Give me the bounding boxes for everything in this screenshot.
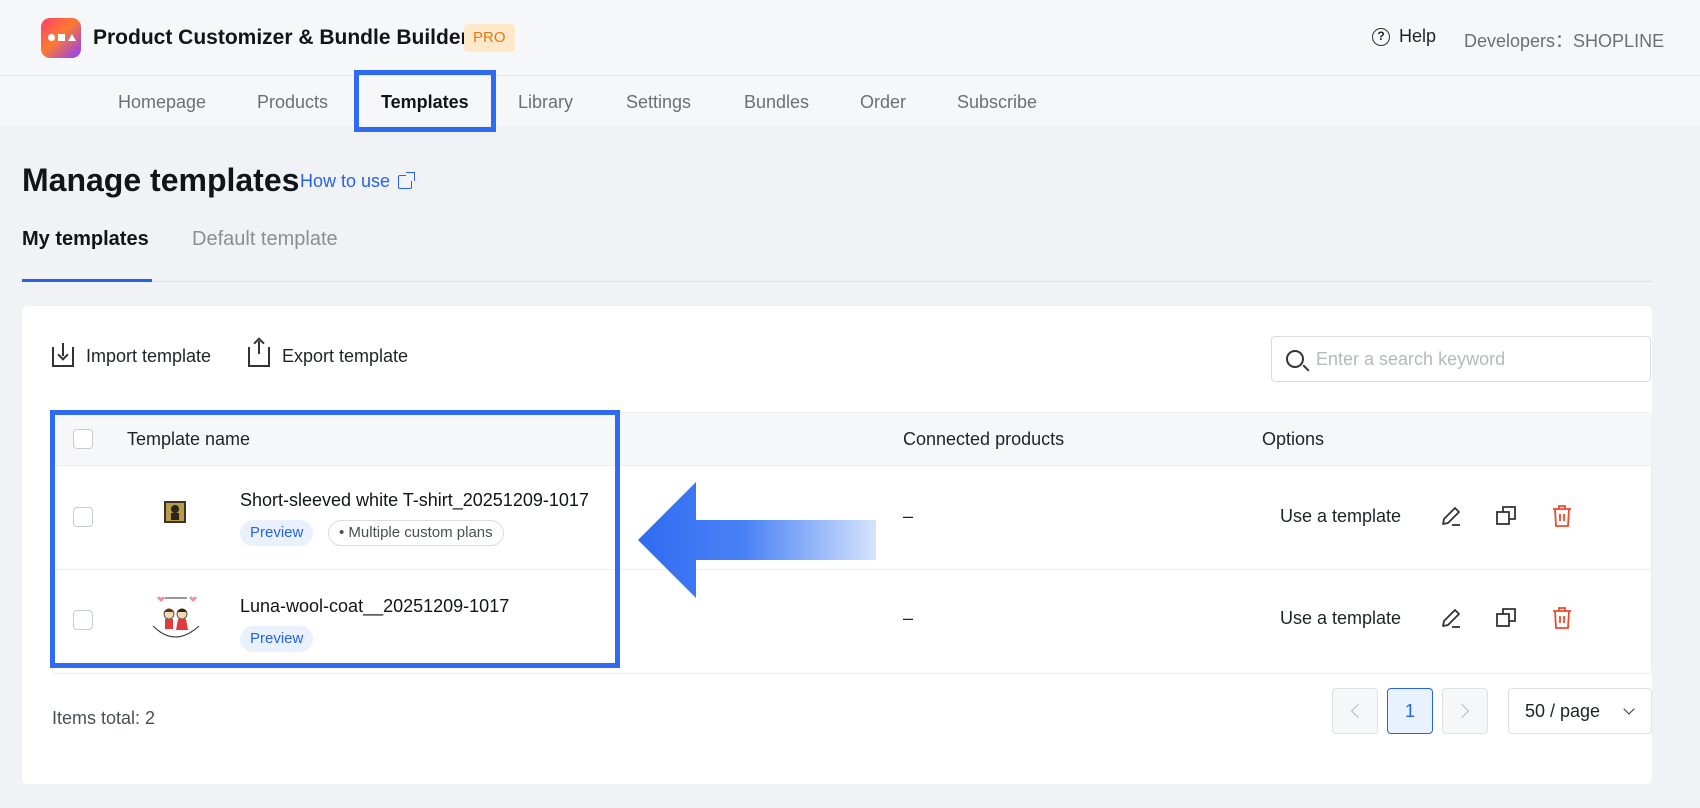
copy-icon[interactable] [1494,606,1518,630]
nav-item-products[interactable]: Products [257,92,328,113]
search-box[interactable] [1271,336,1651,382]
nav-item-bundles[interactable]: Bundles [744,92,809,113]
app-header: Product Customizer & Bundle Builder PRO … [0,0,1700,76]
connected-products-value: – [903,506,914,526]
developer-info: Developers：SHOPLINE [1464,31,1665,51]
help-label: Help [1399,26,1437,46]
edit-icon[interactable] [1439,606,1463,630]
chevron-down-icon [1623,703,1635,715]
edit-icon[interactable] [1439,504,1463,528]
nav-item-settings[interactable]: Settings [626,92,691,113]
how-to-use-label: How to use [300,171,391,191]
templates-nav-highlight-box [354,70,496,132]
app-title: Product Customizer & Bundle Builder [93,26,469,49]
main-nav: Homepage Products Templates Library Sett… [0,76,1700,126]
import-label: Import template [86,346,212,366]
template-tabs: My templates Default template [22,228,1652,282]
external-link-icon [398,171,416,189]
arrow-left-annotation-icon [638,482,876,598]
next-page-button[interactable] [1442,688,1488,734]
nav-item-subscribe[interactable]: Subscribe [957,92,1037,113]
search-icon [1286,350,1304,368]
nav-item-order[interactable]: Order [860,92,906,113]
import-icon [52,342,74,367]
connected-products-value: – [903,608,914,628]
search-input[interactable] [1316,348,1636,370]
active-tab-indicator [22,279,152,282]
chevron-left-icon [1350,703,1366,719]
export-template-button[interactable]: Export template [248,340,409,367]
prev-page-button[interactable] [1332,688,1378,734]
app-logo-icon [41,18,81,58]
help-icon: ? [1372,27,1390,46]
tab-my-templates[interactable]: My templates [22,228,149,265]
use-template-button[interactable]: Use a template [1280,608,1401,629]
page-size-value: 50 / page [1525,701,1601,721]
how-to-use-link[interactable]: How to use [300,171,416,192]
import-template-button[interactable]: Import template [52,342,212,367]
page-number-button[interactable]: 1 [1387,688,1433,734]
template-names-highlight-box [50,410,620,668]
column-header-connected-products: Connected products [903,429,1065,449]
pro-badge: PRO [464,24,515,52]
page-size-select[interactable]: 50 / page [1508,688,1652,734]
items-total: Items total: 2 [52,708,156,728]
page-title: Manage templates [22,162,300,198]
chevron-right-icon [1454,703,1470,719]
use-template-button[interactable]: Use a template [1280,506,1401,527]
column-header-options: Options [1262,429,1325,449]
export-icon [248,340,270,367]
nav-item-library[interactable]: Library [518,92,573,113]
delete-icon[interactable] [1550,606,1574,630]
help-link[interactable]: ? Help [1372,26,1436,47]
delete-icon[interactable] [1550,504,1574,528]
tab-default-template[interactable]: Default template [192,228,338,265]
nav-item-homepage[interactable]: Homepage [118,92,206,113]
export-label: Export template [282,346,409,366]
copy-icon[interactable] [1494,504,1518,528]
